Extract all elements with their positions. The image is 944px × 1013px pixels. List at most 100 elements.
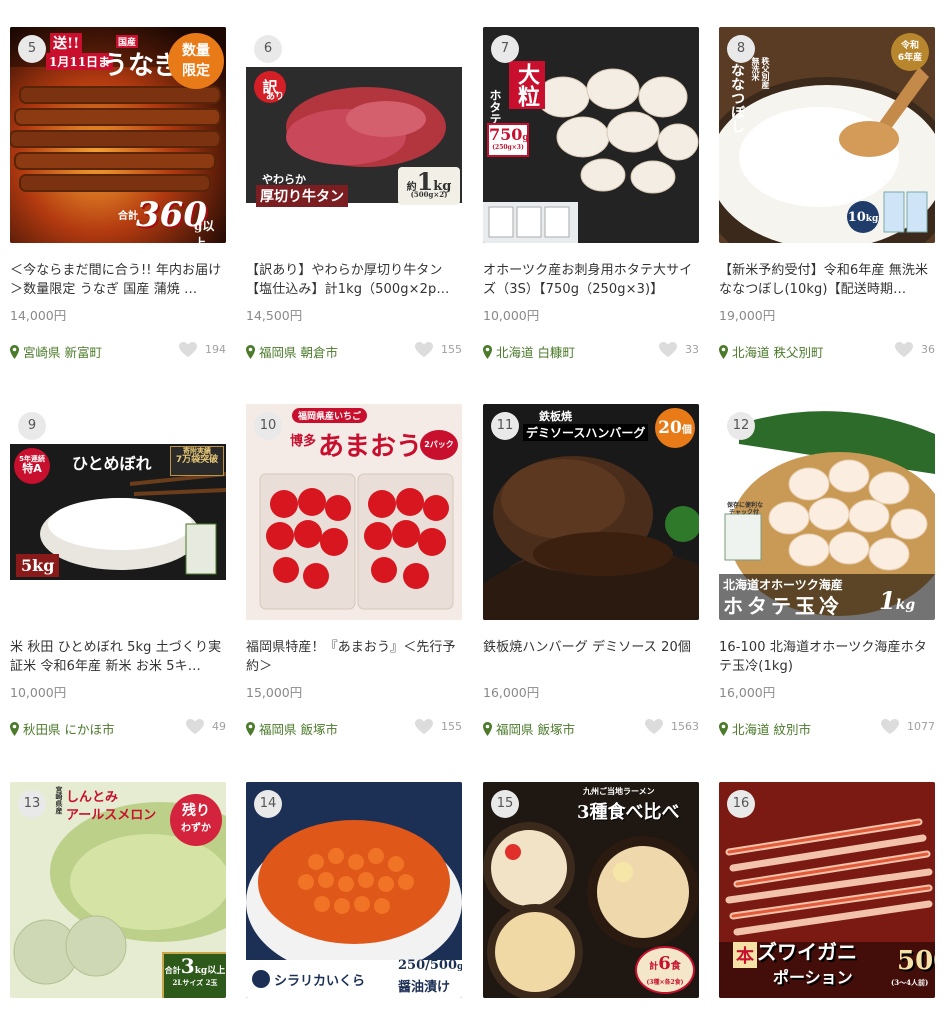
location[interactable]: 北海道 白糠町 <box>483 342 575 361</box>
favorite[interactable]: 194 <box>179 342 226 357</box>
product-origin: 秩父別産 <box>761 57 771 89</box>
product-name-text: あまおう <box>318 432 423 462</box>
heart-icon[interactable] <box>179 342 197 357</box>
product-title[interactable]: 16-100 北海道オホーツク海産ホタテ玉冷(1kg) <box>719 638 935 676</box>
rank-badge: 7 <box>491 35 519 63</box>
weight-badge: 10kg <box>847 201 879 233</box>
prefecture: 福岡県 <box>259 345 297 360</box>
favorite[interactable]: 1077 <box>881 719 935 734</box>
product-meta: 宮崎県 新富町 194 <box>10 342 226 360</box>
brand-text: しんとみ <box>66 790 119 805</box>
weight-b: 500 <box>429 958 458 973</box>
product-meta: 北海道 秩父別町 36 <box>719 342 935 360</box>
caption-small: 鉄板焼 <box>539 410 572 423</box>
product-card[interactable]: 訳 あり やわらか 厚切り牛タン 約1kg (500g×2) 6 【訳あり】やわ… <box>246 27 462 360</box>
product-card[interactable]: 保存に便利な チャック付 北海道オホーツク海産 ホタテ玉冷 1kg 12 16-… <box>719 404 935 737</box>
product-card[interactable]: 九州ご当地ラーメン 3種食べ比べ 計6食 (3種×各2食) 15 <box>483 782 699 998</box>
origin-label: 本 <box>733 942 757 968</box>
rank-badge: 6 <box>254 35 282 63</box>
badge-line: 限定 <box>182 63 210 79</box>
caption-main: デミソースハンバーグ <box>523 424 649 441</box>
product-title[interactable]: 【新米予約受付】令和6年産 無洗米ななつぼし(10kg)【配送時期… <box>719 261 935 299</box>
product-image[interactable]: 福岡県産いちご 博多 あまおう 2パック 10 <box>246 404 462 620</box>
product-meta: 福岡県 朝倉市 155 <box>246 342 462 360</box>
favorite[interactable]: 1563 <box>645 719 699 734</box>
heart-icon[interactable] <box>186 719 204 734</box>
weight-number: 750 <box>489 125 523 144</box>
product-card[interactable]: 宮崎県産 しんとみ アールスメロン 残り わずか 合計3kg以上 2Lサイズ 2玉… <box>10 782 226 998</box>
product-title[interactable]: 福岡県特産！『あまおう』＜先行予約＞ <box>246 638 462 676</box>
product-image[interactable]: 宮崎県産 しんとみ アールスメロン 残り わずか 合計3kg以上 2Lサイズ 2玉… <box>10 782 226 998</box>
sales-suffix: 突破 <box>200 455 219 465</box>
product-title[interactable]: オホーツク産お刺身用ホタテ大サイズ（3S）【750g（250g×3)】 <box>483 261 699 299</box>
product-image[interactable]: シラリカいくら 250/500g 醤油漬け 14 <box>246 782 462 998</box>
product-image[interactable]: 鉄板焼 デミソースハンバーグ 20個 11 <box>483 404 699 620</box>
weight-number-value: 1 <box>879 586 896 615</box>
product-card[interactable]: 福岡県産いちご 博多 あまおう 2パック 10 福岡県特産！『あまおう』＜先行予… <box>246 404 462 737</box>
stock-line: わずか <box>181 823 211 834</box>
map-pin-icon <box>719 721 728 736</box>
heart-icon[interactable] <box>881 719 899 734</box>
product-title[interactable]: ＜今ならまだ間に合う!! 年内お届け＞数量限定 うなぎ 国産 蒲焼 … <box>10 261 226 299</box>
like-count: 1563 <box>671 720 699 733</box>
product-card[interactable]: 本 ズワイガニ ポーション 500g (3～4人前) 16 <box>719 782 935 998</box>
product-name-text: ななつぼし <box>729 63 745 133</box>
product-image[interactable]: ななつぼし 無洗米 秩父別産 令和 6年産 10kg 8 <box>719 27 935 243</box>
product-card[interactable]: ななつぼし 無洗米 秩父別産 令和 6年産 10kg 8 【新米予約受付】令和6年… <box>719 27 935 360</box>
heart-icon[interactable] <box>645 719 663 734</box>
like-count: 1077 <box>907 720 935 733</box>
map-pin-icon <box>483 721 492 736</box>
heart-icon[interactable] <box>659 342 677 357</box>
location[interactable]: 福岡県 朝倉市 <box>246 342 338 361</box>
award-line: 特A <box>22 462 42 475</box>
favorite[interactable]: 155 <box>415 719 462 734</box>
favorite[interactable]: 33 <box>659 342 699 357</box>
product-image[interactable]: 送!! 1月11日ま 国産 うなぎ 数量 限定 合計 360 g以上 5 <box>10 27 226 243</box>
prefecture: 秋田県 <box>23 722 61 737</box>
location[interactable]: 秋田県 にかほ市 <box>10 719 115 738</box>
product-image[interactable]: 大粒 ホタテ 750g (250g×3) 7 <box>483 27 699 243</box>
origin-label: 福岡県産いちご <box>292 408 368 423</box>
location[interactable]: 北海道 紋別市 <box>719 719 811 738</box>
weight-badge: 750g (250g×3) <box>487 123 529 157</box>
like-count: 36 <box>921 343 935 356</box>
weight-detail: (250g×3) <box>492 144 524 151</box>
product-card[interactable]: シラリカいくら 250/500g 醤油漬け 14 <box>246 782 462 998</box>
weight-detail: 2Lサイズ 2玉 <box>172 978 218 987</box>
product-card[interactable]: 大粒 ホタテ 750g (250g×3) 7 オホーツク産お刺身用ホタテ大サイズ… <box>483 27 699 360</box>
product-card[interactable]: 鉄板焼 デミソースハンバーグ 20個 11 鉄板焼ハンバーグ デミソース 20個… <box>483 404 699 737</box>
location[interactable]: 福岡県 飯塚市 <box>483 719 575 738</box>
weight-number: 3 <box>180 954 195 978</box>
product-title[interactable]: 【訳あり】やわらか厚切り牛タン【塩仕込み】計1kg（500g×2p… <box>246 261 462 299</box>
favorite[interactable]: 36 <box>895 342 935 357</box>
rank-badge: 10 <box>254 412 282 440</box>
weight-unit: kg <box>865 214 879 224</box>
product-card[interactable]: 送!! 1月11日ま 国産 うなぎ 数量 限定 合計 360 g以上 5 ＜今な… <box>10 27 226 360</box>
product-meta: 秋田県 にかほ市 49 <box>10 719 226 737</box>
location[interactable]: 宮崎県 新富町 <box>10 342 102 361</box>
favorite[interactable]: 155 <box>415 342 462 357</box>
product-image[interactable]: 九州ご当地ラーメン 3種食べ比べ 計6食 (3種×各2食) 15 <box>483 782 699 998</box>
product-card[interactable]: ひとめぼれ 5年連続 特A 寄附実績 7万袋突破 5kg 9 米 秋田 ひとめぼれ … <box>10 404 226 737</box>
weight-text: 500g <box>897 946 935 976</box>
product-image[interactable]: 訳 あり やわらか 厚切り牛タン 約1kg (500g×2) 6 <box>246 27 462 243</box>
prefecture: 宮崎県 <box>23 345 61 360</box>
product-title[interactable]: 鉄板焼ハンバーグ デミソース 20個 <box>483 638 699 676</box>
rank-badge: 12 <box>727 412 755 440</box>
location[interactable]: 福岡県 飯塚市 <box>246 719 338 738</box>
favorite[interactable]: 49 <box>186 719 226 734</box>
product-title[interactable]: 米 秋田 ひとめぼれ 5kg 土づくり実証米 令和6年産 新米 お米 5キ… <box>10 638 226 676</box>
heart-icon[interactable] <box>895 342 913 357</box>
product-name-text: ズワイガニ <box>757 940 857 964</box>
product-name-text: ホタテ <box>488 89 502 125</box>
weight-unit: g <box>457 962 462 972</box>
product-meta: 北海道 紋別市 1077 <box>719 719 935 737</box>
heart-icon[interactable] <box>415 342 433 357</box>
product-image[interactable]: ひとめぼれ 5年連続 特A 寄附実績 7万袋突破 5kg 9 <box>10 404 226 620</box>
location[interactable]: 北海道 秩父別町 <box>719 342 824 361</box>
count-number: 6 <box>658 953 671 974</box>
like-count: 155 <box>441 343 462 356</box>
heart-icon[interactable] <box>415 719 433 734</box>
product-image[interactable]: 保存に便利な チャック付 北海道オホーツク海産 ホタテ玉冷 1kg 12 <box>719 404 935 620</box>
product-image[interactable]: 本 ズワイガニ ポーション 500g (3～4人前) 16 <box>719 782 935 998</box>
